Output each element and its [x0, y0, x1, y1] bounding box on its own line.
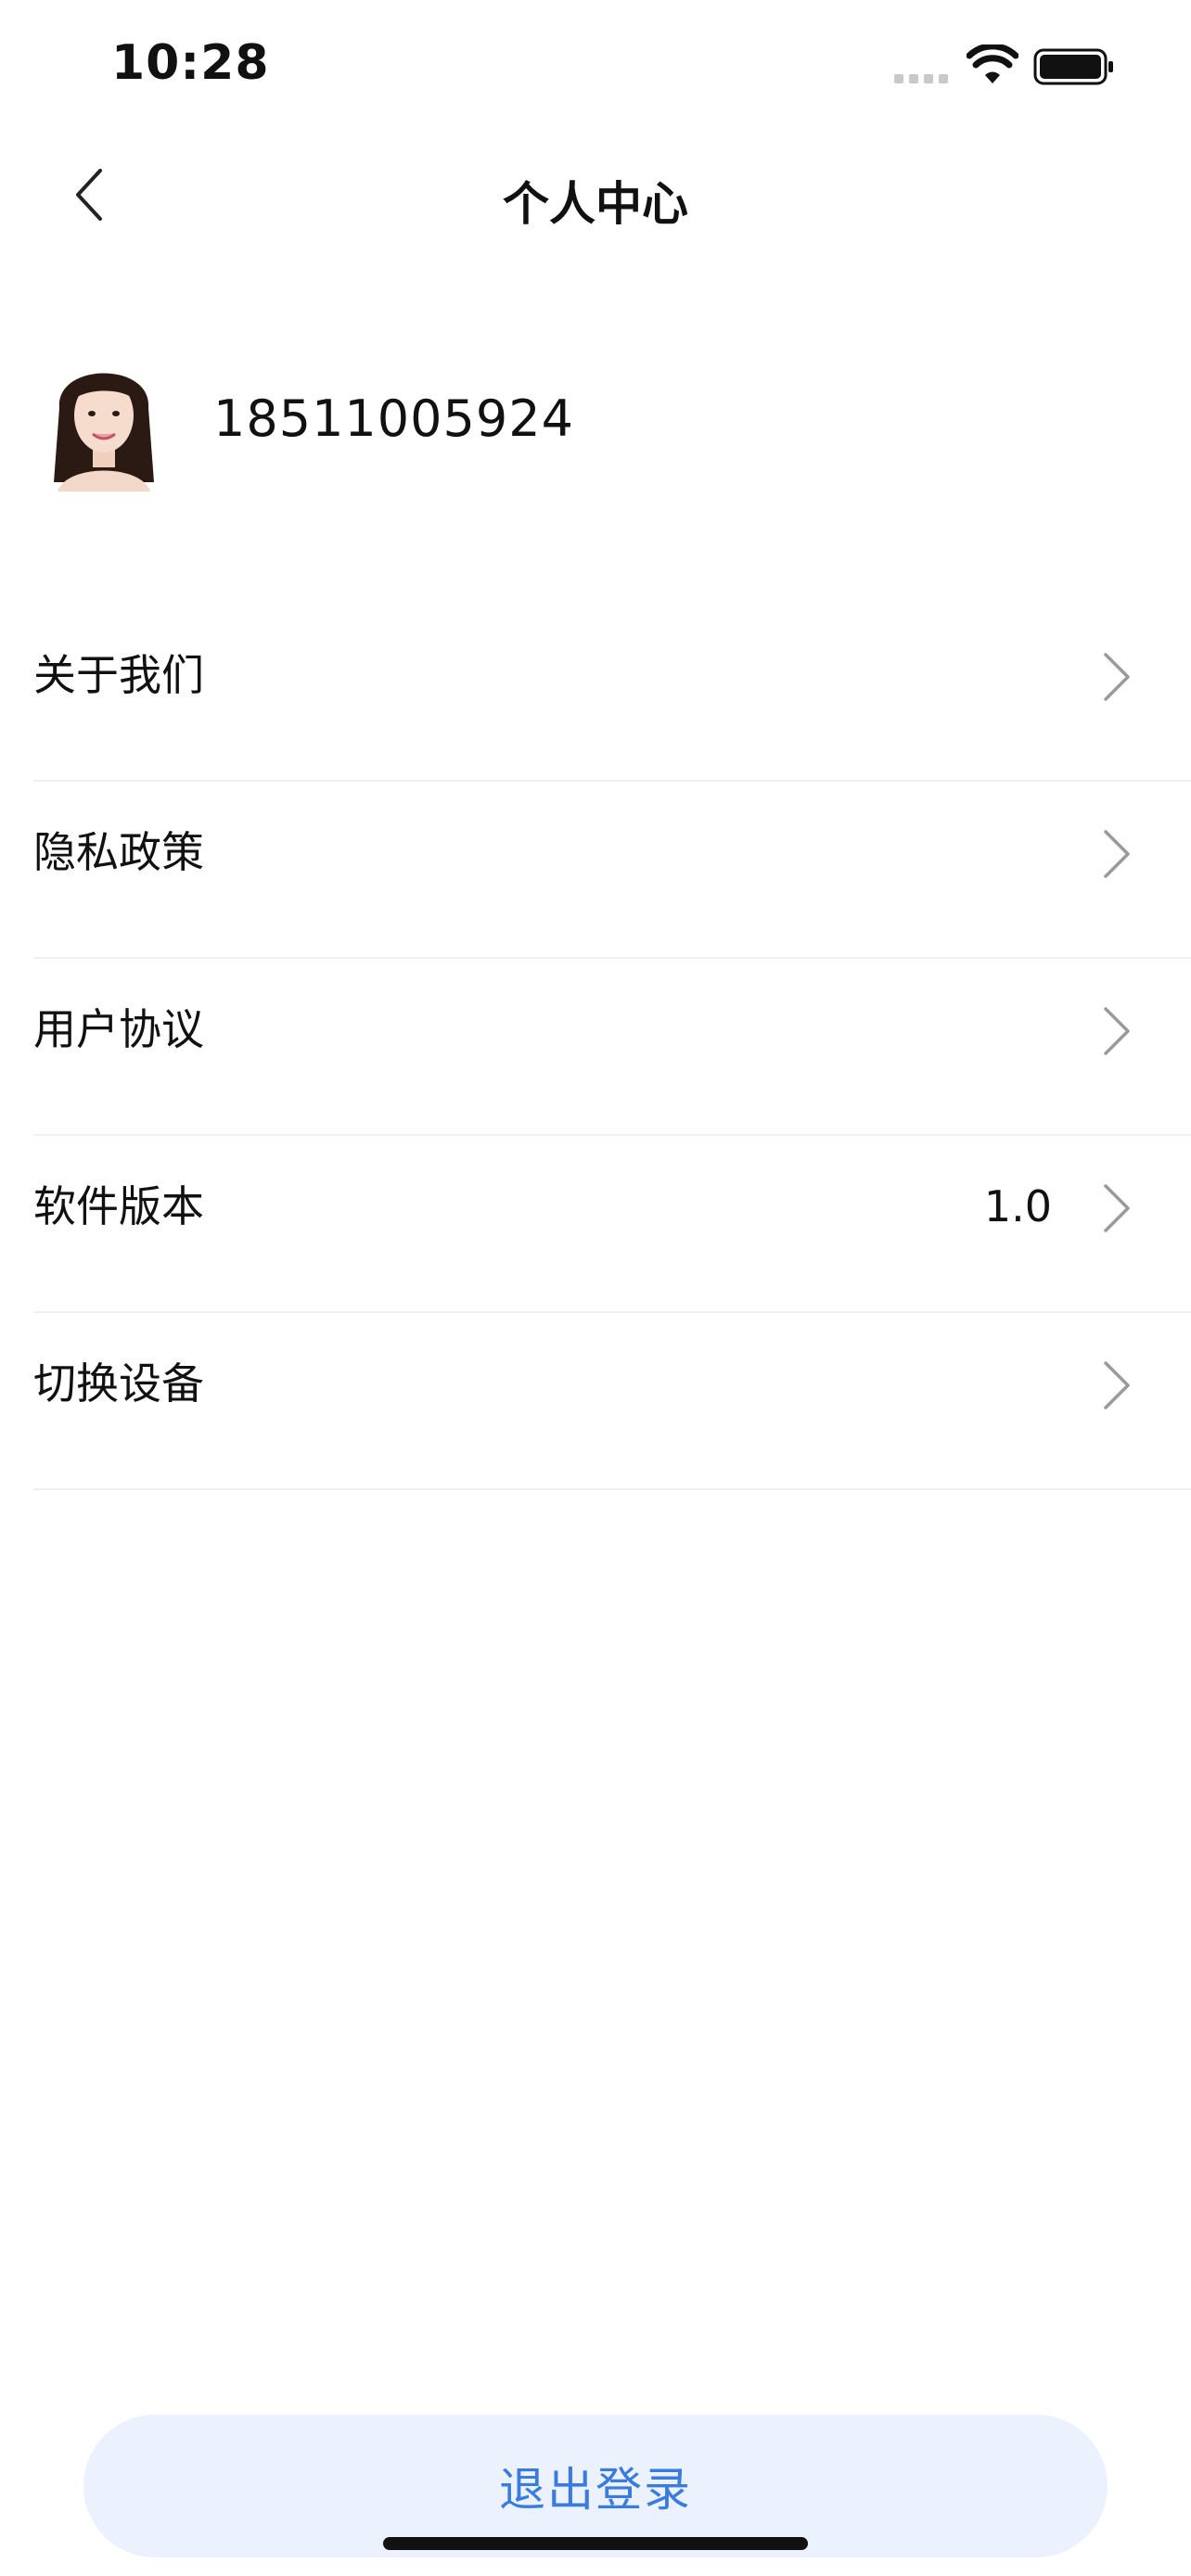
signal-icon: [894, 74, 948, 83]
menu-list: 关于我们 隐私政策 用户协议 软件版本 1.0 切换设备: [33, 605, 1191, 1490]
nav-bar: 个人中心: [0, 139, 1191, 250]
menu-item-switch-device[interactable]: 切换设备: [33, 1313, 1191, 1490]
menu-item-label: 隐私政策: [33, 827, 204, 877]
menu-item-label: 切换设备: [33, 1358, 204, 1409]
avatar[interactable]: [39, 343, 169, 491]
chevron-right-icon: [1104, 1007, 1130, 1055]
profile-section: 18511005924: [0, 343, 1191, 510]
home-indicator: [383, 2537, 808, 2550]
version-value: 1.0: [983, 1181, 1052, 1231]
status-icons: [894, 45, 1117, 91]
menu-item-user-agreement[interactable]: 用户协议: [33, 959, 1191, 1136]
chevron-right-icon: [1104, 830, 1130, 878]
menu-item-label: 关于我们: [33, 650, 204, 700]
menu-item-label: 软件版本: [33, 1181, 204, 1231]
status-bar: 10:28: [0, 0, 1191, 130]
chevron-right-icon: [1104, 1361, 1130, 1409]
menu-item-privacy-policy[interactable]: 隐私政策: [33, 782, 1191, 959]
chevron-right-icon: [1104, 653, 1130, 701]
wifi-icon: [967, 45, 1018, 83]
menu-item-software-version[interactable]: 软件版本 1.0: [33, 1136, 1191, 1313]
logout-button[interactable]: 退出登录: [83, 2415, 1108, 2557]
battery-icon: [1033, 48, 1113, 85]
menu-item-about-us[interactable]: 关于我们: [33, 605, 1191, 782]
chevron-right-icon: [1104, 1184, 1130, 1232]
page-title: 个人中心: [503, 177, 688, 231]
status-time: 10:28: [111, 35, 270, 91]
phone-number: 18511005924: [213, 389, 574, 448]
menu-item-label: 用户协议: [33, 1004, 204, 1054]
